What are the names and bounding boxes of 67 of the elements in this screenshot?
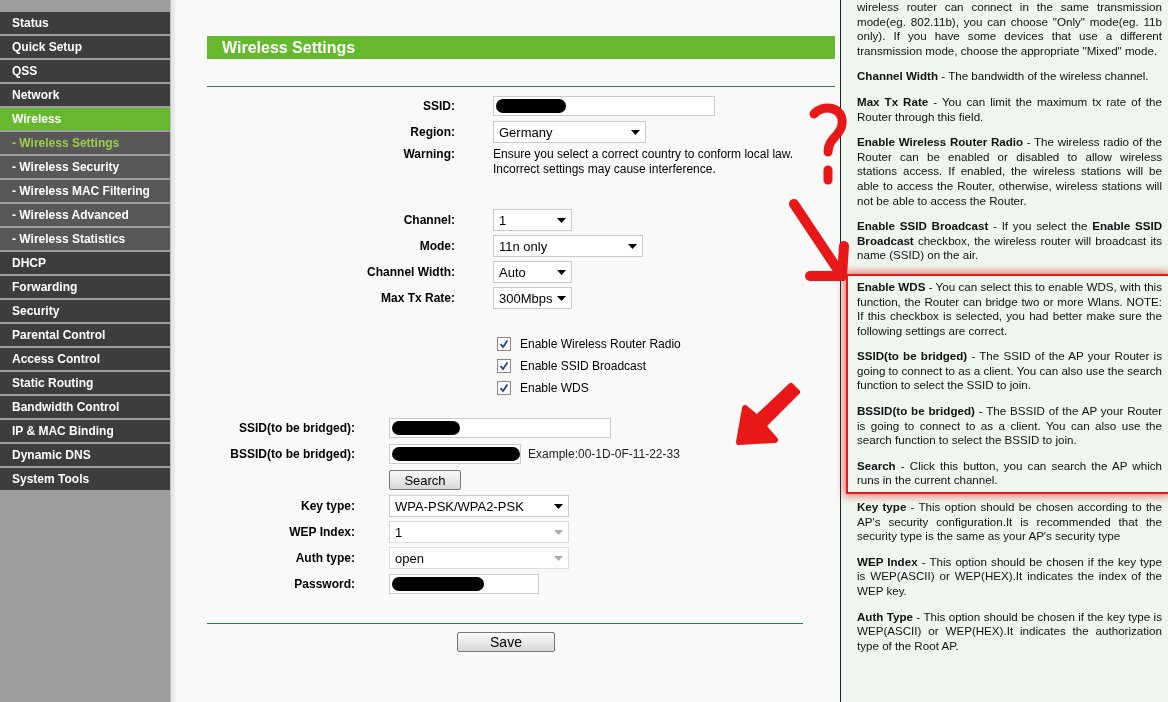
checkbox[interactable] bbox=[497, 381, 511, 395]
sidebar-subitem[interactable]: - Wireless Advanced bbox=[0, 204, 170, 226]
field-label: Auth type: bbox=[295, 551, 355, 565]
sidebar-item[interactable]: Bandwidth Control bbox=[0, 396, 170, 418]
help-paragraph: Search - Click this button, you can search the AP which runs in the current channel. bbox=[857, 458, 1162, 489]
field-label: SSID: bbox=[423, 99, 455, 113]
field-label: Channel Width: bbox=[367, 265, 455, 279]
sidebar-item[interactable]: Parental Control bbox=[0, 324, 170, 346]
field-label: BSSID(to be bridged): bbox=[230, 447, 355, 461]
save-button[interactable]: Save bbox=[457, 632, 555, 652]
search-button[interactable]: Search bbox=[389, 470, 461, 490]
field-label: Region: bbox=[410, 125, 455, 139]
input-field[interactable] bbox=[389, 574, 539, 594]
field-label: Channel: bbox=[403, 213, 455, 227]
sidebar-subitem[interactable]: - Wireless MAC Filtering bbox=[0, 180, 170, 202]
example-hint: Example:00-1D-0F-11-22-33 bbox=[528, 447, 680, 461]
help-paragraph: SSID(to be bridged) - The SSID of the AP your Router is going to connect to as a client. You can also use the search function to select the SSID to join. bbox=[857, 349, 1162, 394]
help-paragraph: Enable Wireless Router Radio - The wireless radio of the Router can be enabled or disabled to allow wireless stations access. If enabled, the wireless stations will be able to access the Router, otherwise, wireless stations will not be able to access the Router. bbox=[857, 135, 1162, 209]
field-label: Warning: bbox=[403, 147, 455, 161]
help-paragraph: wireless router can connect in the same transmission mode(eg. 802.11b), you can choose "Only" mode(eg. 11b only). If you have some devices that use a different transmission mode, choose the appropriate "Mixed" mode. bbox=[857, 0, 1162, 59]
sidebar-item[interactable]: Dynamic DNS bbox=[0, 444, 170, 466]
sidebar-item[interactable]: IP & MAC Binding bbox=[0, 420, 170, 442]
select-field[interactable]: 11n only bbox=[493, 235, 643, 257]
sidebar-item[interactable]: System Tools bbox=[0, 468, 170, 490]
sidebar-subitem[interactable]: - Wireless Statistics bbox=[0, 228, 170, 250]
sidebar-item[interactable]: Network bbox=[0, 84, 170, 106]
help-paragraph: Key type - This option should be chosen according to the AP's security configuration.It is recommended that the security type is the same as your AP's security type bbox=[857, 500, 1162, 544]
section-title: Wireless Settings bbox=[207, 36, 835, 59]
field-label: Max Tx Rate: bbox=[380, 291, 455, 305]
sidebar-item[interactable]: Forwarding bbox=[0, 276, 170, 298]
field-label: WEP Index: bbox=[289, 525, 355, 539]
redaction-mark bbox=[496, 99, 566, 113]
help-paragraph: Auth Type - This option should be chosen if the key type is WEP(ASCII) or WEP(HEX).It indicates the authorization type of the Root AP. bbox=[857, 609, 1162, 654]
sidebar-item[interactable]: Status bbox=[0, 12, 170, 34]
checkbox-label: Enable SSID Broadcast bbox=[520, 359, 647, 373]
field-label: Key type: bbox=[300, 499, 355, 513]
checkbox-label: Enable WDS bbox=[520, 381, 589, 395]
field-label: Password: bbox=[294, 577, 355, 591]
help-paragraph: WEP Index - This option should be chosen if the key type is WEP(ASCII) or WEP(HEX).It indicates the index of the WEP key. bbox=[857, 554, 1162, 599]
select-field[interactable]: 1 bbox=[493, 209, 572, 231]
sidebar-subitem[interactable]: - Wireless Security bbox=[0, 156, 170, 178]
sidebar-item[interactable]: Quick Setup bbox=[0, 36, 170, 58]
field-label: SSID(to be bridged): bbox=[239, 421, 355, 435]
sidebar-item[interactable]: Security bbox=[0, 300, 170, 322]
select-field[interactable]: WPA-PSK/WPA2-PSK bbox=[389, 495, 569, 517]
select-field[interactable]: 300Mbps bbox=[493, 287, 572, 309]
input-field[interactable] bbox=[389, 418, 611, 438]
help-paragraph: Max Tx Rate - You can limit the maximum tx rate of the Router through this field. bbox=[857, 94, 1162, 125]
help-paragraph: BSSID(to be bridged) - The BSSID of the AP your Router is going to connect to as a client. You can also use the search function to select the BSSID to join. bbox=[857, 404, 1162, 448]
checkbox[interactable] bbox=[497, 359, 511, 373]
redaction-mark bbox=[392, 421, 460, 435]
sidebar-item[interactable]: QSS bbox=[0, 60, 170, 82]
input-field[interactable] bbox=[493, 96, 715, 116]
field-label: Mode: bbox=[419, 239, 455, 253]
select-field[interactable]: Germany bbox=[493, 121, 646, 143]
checkbox-label: Enable Wireless Router Radio bbox=[520, 337, 681, 351]
sidebar-item[interactable]: DHCP bbox=[0, 252, 170, 274]
help-paragraph: Channel Width - The bandwidth of the wireless channel. bbox=[857, 69, 1150, 84]
checkbox[interactable] bbox=[497, 337, 511, 351]
arrow-drawing bbox=[733, 382, 803, 448]
help-paragraph: Enable WDS - You can select this to enable WDS, with this function, the Router can bridge two or more Wlans. NOTE: If this checkbox is selected, you had better make sure the following settings are correct. bbox=[857, 279, 1162, 339]
sidebar-item[interactable]: Static Routing bbox=[0, 372, 170, 394]
select-field[interactable]: Auto bbox=[493, 261, 572, 283]
sidebar-subitem[interactable]: - Wireless Settings bbox=[0, 132, 170, 154]
sidebar-item[interactable]: Access Control bbox=[0, 348, 170, 370]
warning-text: Ensure you select a correct country to conform local law. Incorrect settings may cause interference. bbox=[493, 147, 794, 177]
help-paragraph: Enable SSID Broadcast - If you select the Enable SSID Broadcast checkbox, the wireless router will broadcast its name (SSID) on the air. bbox=[857, 219, 1162, 263]
